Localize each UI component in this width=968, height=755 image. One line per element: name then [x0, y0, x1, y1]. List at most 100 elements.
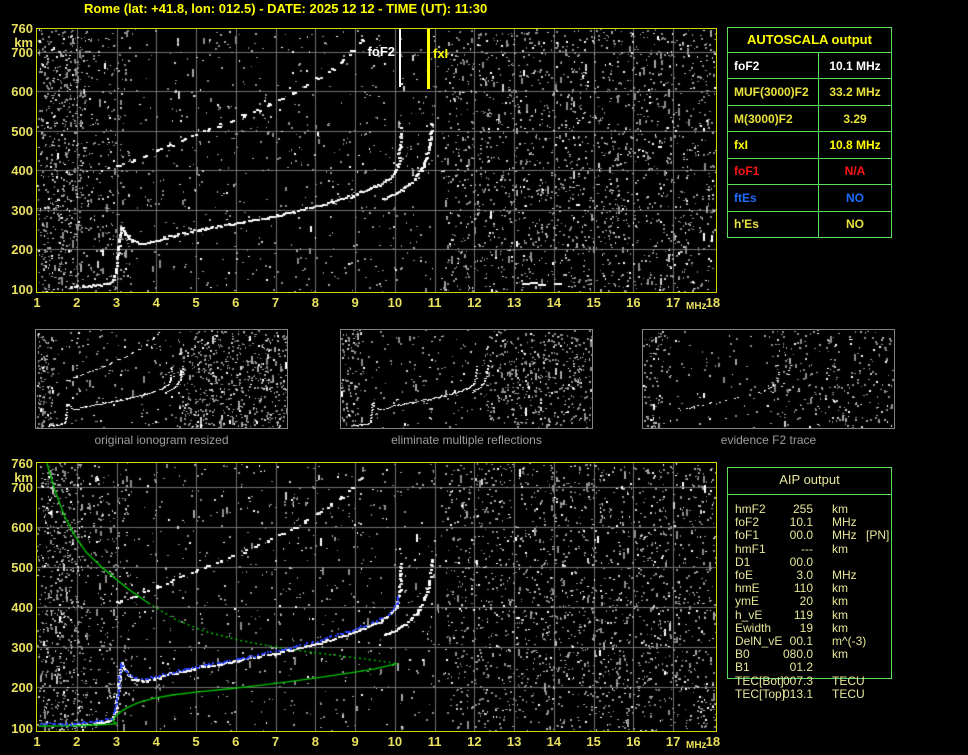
aip-row-unit: km	[832, 607, 848, 622]
aip-row-unit: km	[832, 594, 848, 609]
x-tick-label: 1	[33, 295, 41, 310]
aip-row-unit: m^(-3)	[832, 634, 867, 648]
x-tick-label: 9	[351, 734, 359, 749]
aip-row-unit: MHz	[832, 528, 857, 543]
x-tick-label: 12	[467, 734, 482, 749]
aip-table-row: DelN_vE 00.1 m^(-3)	[727, 635, 917, 648]
aip-row-label: D1	[735, 554, 751, 569]
aip-row-value: 013.1	[782, 686, 813, 701]
autoscala-table-row: foF2 10.1 MHz	[728, 53, 891, 80]
aip-row-value: 255	[792, 502, 813, 516]
aip-row-unit: km	[832, 620, 848, 635]
autoscala-row-label: fxI	[728, 132, 819, 158]
x-axis-unit-label: MHz	[686, 740, 707, 751]
aip-row-value: 110	[793, 581, 813, 596]
aip-table-row: h_vE 119 km	[727, 607, 917, 622]
autoscala-row-label: foF1	[728, 158, 819, 185]
aip-table-row: TEC[Bot] 007.3 TECU	[727, 674, 917, 688]
aip-row-label: foE	[735, 568, 754, 582]
aip-table-row: Ewidth 19 km	[727, 620, 917, 635]
y-tick-label: 300	[11, 640, 33, 656]
y-tick-label: 600	[11, 84, 33, 100]
aip-row-label: hmF2	[735, 502, 766, 516]
aip-table-row: B0 080.0 km	[727, 648, 917, 661]
aip-row-value: 00.1	[789, 634, 813, 648]
autoscala-output-table: AUTOSCALA output foF2 10.1 MHz MUF(3000)F2…	[727, 27, 892, 238]
y-tick-label: 100	[11, 720, 33, 736]
x-tick-label: 7	[271, 295, 280, 310]
y-tick-label: 400	[11, 600, 33, 616]
autoscala-table-title: AUTOSCALA output	[728, 28, 891, 53]
foF2-marker-line	[399, 29, 401, 87]
y-tick-label: 200	[11, 242, 33, 258]
fxI-marker-line	[427, 29, 430, 89]
aip-row-label: ymE	[735, 594, 759, 609]
x-tick-label: 8	[311, 295, 319, 310]
autoscala-table-rows: foF2 10.1 MHz MUF(3000)F2 33.2 MHz M(3000)F2…	[728, 53, 891, 237]
thumbnail-canvas-evidence	[643, 330, 894, 428]
aip-row-value: 119	[793, 607, 813, 622]
autoscala-table-row: foF1 N/A	[728, 158, 891, 186]
aip-row-value: ---	[801, 541, 813, 556]
autoscala-row-label: foF2	[728, 53, 819, 79]
x-tick-label: 5	[192, 295, 200, 310]
aip-row-label: foF2	[735, 515, 760, 530]
x-tick-label: 13	[506, 734, 522, 749]
aip-row-unit: km	[832, 647, 848, 662]
aip-row-unit: MHz	[832, 515, 857, 530]
x-tick-label: 1	[33, 734, 41, 749]
aip-row-label: B0	[735, 647, 750, 662]
aip-table-row: hmE 110 km	[727, 582, 917, 595]
aip-row-label: hmF1	[735, 541, 766, 556]
y-tick-label: 760	[11, 455, 33, 471]
aip-row-value: 19	[799, 620, 813, 635]
aip-table-row: B1 01.2	[727, 661, 917, 674]
aip-row-unit: km	[832, 502, 848, 516]
autoscala-row-value: 3.29	[843, 111, 867, 126]
x-tick-label: 8	[311, 734, 319, 749]
ionogram-canvas-bottom	[37, 463, 716, 731]
y-tick-label: 500	[11, 559, 33, 575]
aip-row-value: 20	[799, 594, 813, 609]
x-tick-label: 11	[427, 295, 442, 310]
aip-table-row: D1 00.0	[727, 554, 917, 569]
aip-row-label: B1	[735, 660, 750, 675]
aip-table-rows: hmF2 255 km foF2 10.1 MHz foF1 00.0 MHz [PN] hmF1 -…	[727, 467, 917, 717]
autoscala-table-row: ftEs NO	[728, 185, 891, 212]
thumbnail-caption: eliminate multiple reflections	[391, 433, 542, 447]
y-tick-label: 500	[11, 123, 33, 139]
x-tick-label: 17	[665, 734, 681, 749]
x-tick-label: 6	[232, 295, 240, 310]
x-axis-unit-label: MHz	[686, 301, 707, 312]
x-tick-label: 17	[665, 295, 681, 310]
aip-table-row: ymE 20 km	[727, 595, 917, 608]
aip-table-row: hmF1 --- km	[727, 541, 917, 556]
aip-table-row: hmF2 255 km	[727, 503, 917, 516]
autoscala-output-screen: Rome (lat: +41.8, lon: 012.5) - DATE: 20…	[0, 0, 968, 755]
x-tick-label: 15	[586, 295, 601, 310]
autoscala-row-value: NO	[846, 217, 864, 232]
aip-row-unit: km	[832, 541, 848, 556]
y-tick-label: 100	[11, 282, 33, 297]
aip-row-value: 10.1	[789, 515, 813, 530]
x-tick-label: 6	[232, 734, 240, 749]
autoscala-row-value: 10.1 MHz	[829, 58, 881, 73]
x-tick-label: 5	[192, 734, 200, 749]
x-tick-label: 10	[387, 734, 403, 749]
x-tick-label: 3	[112, 295, 121, 310]
x-tick-label: 13	[506, 295, 522, 310]
x-tick-label: 2	[73, 295, 81, 310]
aip-table-row: foF1 00.0 MHz [PN]	[727, 529, 917, 542]
aip-table-row: foE 3.0 MHz	[727, 569, 917, 582]
x-tick-label: 9	[351, 295, 359, 310]
x-tick-label: 3	[112, 734, 121, 749]
thumbnail-canvas-eliminate	[341, 330, 592, 428]
aip-row-label: hmE	[735, 581, 760, 596]
x-tick-label: 4	[152, 734, 160, 749]
autoscala-row-value: NO	[846, 190, 864, 205]
x-tick-label: 2	[73, 734, 81, 749]
aip-row-label: h_vE	[735, 607, 763, 622]
fxI-marker-label: fxI	[433, 46, 449, 61]
aip-row-unit: TECU	[832, 686, 865, 701]
aip-row-extra: [PN]	[866, 528, 890, 543]
